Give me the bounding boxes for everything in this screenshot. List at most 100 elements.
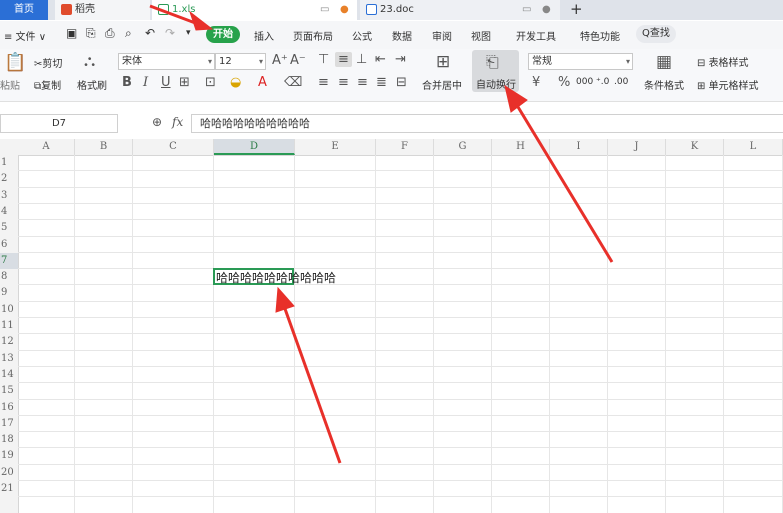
- eraser-icon[interactable]: ⌫: [284, 75, 302, 90]
- cell-grid[interactable]: [18, 155, 783, 513]
- column-header-c[interactable]: C: [133, 139, 214, 155]
- align-middle-icon[interactable]: ≡: [335, 52, 352, 67]
- paste-label[interactable]: 粘贴: [0, 77, 20, 92]
- quick-access-more-icon[interactable]: ▾: [186, 28, 191, 38]
- row-header-10[interactable]: 10: [0, 302, 18, 318]
- cut-button[interactable]: ✂剪切: [34, 55, 62, 70]
- row-header-20[interactable]: 20: [0, 465, 18, 481]
- row-header-15[interactable]: 15: [0, 383, 18, 399]
- column-header-i[interactable]: I: [550, 139, 608, 155]
- border-icon[interactable]: ⊞: [179, 75, 190, 90]
- align-left-icon[interactable]: ≡: [318, 75, 329, 90]
- tab-doc[interactable]: 23.doc ▭ ●: [360, 0, 560, 20]
- monitor-icon[interactable]: ▭: [522, 0, 531, 20]
- row-header-19[interactable]: 19: [0, 448, 18, 464]
- row-header-12[interactable]: 12: [0, 334, 18, 350]
- justify-icon[interactable]: ≣: [376, 75, 387, 90]
- column-header-f[interactable]: F: [376, 139, 434, 155]
- table-style-button[interactable]: ⊟ 表格样式: [697, 54, 749, 69]
- row-header-18[interactable]: 18: [0, 432, 18, 448]
- decrease-font-icon[interactable]: A⁻: [290, 53, 306, 68]
- tab-xls[interactable]: 1.xls ▭ ●: [152, 0, 357, 20]
- align-bottom-icon[interactable]: ⊥: [356, 52, 367, 67]
- merge-center-button[interactable]: 合并居中: [422, 77, 462, 92]
- increase-decimal-icon[interactable]: ⁺.0: [596, 77, 609, 87]
- row-header-13[interactable]: 13: [0, 351, 18, 367]
- formula-input[interactable]: 哈哈哈哈哈哈哈哈哈哈: [191, 114, 783, 133]
- align-top-icon[interactable]: ⊤: [318, 52, 329, 67]
- row-header-4[interactable]: 4: [0, 204, 18, 220]
- menu-developer[interactable]: 开发工具: [516, 28, 556, 43]
- font-color-icon[interactable]: A: [258, 75, 267, 90]
- column-header-d[interactable]: D: [214, 139, 295, 155]
- decrease-decimal-icon[interactable]: .00: [614, 77, 628, 87]
- menu-insert[interactable]: 插入: [254, 28, 274, 43]
- italic-icon[interactable]: I: [143, 75, 148, 90]
- increase-font-icon[interactable]: A⁺: [272, 53, 288, 68]
- column-header-g[interactable]: G: [434, 139, 492, 155]
- monitor-icon[interactable]: ▭: [320, 0, 329, 20]
- save-icon[interactable]: ▣: [66, 26, 77, 40]
- number-format-select[interactable]: 常规 ▾: [528, 53, 633, 70]
- menu-special[interactable]: 特色功能: [580, 28, 620, 43]
- row-header-17[interactable]: 17: [0, 416, 18, 432]
- menu-data[interactable]: 数据: [392, 28, 412, 43]
- column-header-a[interactable]: A: [18, 139, 75, 155]
- row-header-3[interactable]: 3: [0, 188, 18, 204]
- currency-icon[interactable]: ¥: [532, 75, 540, 90]
- menu-review[interactable]: 审阅: [432, 28, 452, 43]
- column-header-l[interactable]: L: [724, 139, 783, 155]
- row-header-14[interactable]: 14: [0, 367, 18, 383]
- name-box[interactable]: D7: [0, 114, 118, 133]
- menu-page-layout[interactable]: 页面布局: [293, 28, 333, 43]
- bold-icon[interactable]: B: [122, 75, 132, 90]
- new-tab-plus-icon[interactable]: +: [570, 0, 583, 18]
- tab-home[interactable]: 首页: [0, 0, 48, 20]
- column-header-b[interactable]: B: [75, 139, 133, 155]
- format-painter-label[interactable]: 格式刷: [77, 77, 107, 92]
- percent-icon[interactable]: %: [558, 75, 570, 90]
- align-right-icon[interactable]: ≡: [357, 75, 368, 90]
- zoom-search-icon[interactable]: ⊕: [152, 115, 162, 129]
- row-header-7[interactable]: 7: [0, 252, 18, 270]
- copy-button[interactable]: ⧉复制: [34, 77, 61, 92]
- row-header-1[interactable]: 1: [0, 155, 18, 171]
- align-center-icon[interactable]: ≡: [338, 75, 349, 90]
- conditional-format-button[interactable]: 条件格式: [644, 77, 684, 92]
- column-header-j[interactable]: J: [608, 139, 666, 155]
- row-header-21[interactable]: 21: [0, 481, 18, 497]
- cell-style-button[interactable]: ⊞ 单元格样式: [697, 77, 759, 92]
- paste-icon[interactable]: 📋: [4, 52, 26, 73]
- merge-center-icon[interactable]: ⊞: [436, 52, 450, 72]
- row-header-2[interactable]: 2: [0, 171, 18, 187]
- row-header-8[interactable]: 8: [0, 269, 18, 285]
- find-button[interactable]: Q查找: [636, 25, 676, 43]
- export-icon[interactable]: ⎘: [86, 26, 96, 41]
- cell-fill-icon[interactable]: ⊡: [205, 75, 216, 90]
- menu-formula[interactable]: 公式: [352, 28, 372, 43]
- indent-icon[interactable]: ⇥: [395, 52, 406, 67]
- row-header-16[interactable]: 16: [0, 400, 18, 416]
- undo-icon[interactable]: ↶: [145, 26, 155, 40]
- row-header-5[interactable]: 5: [0, 220, 18, 236]
- thousands-icon[interactable]: 000: [576, 77, 593, 87]
- menu-file[interactable]: ≡ 文件 ∨: [4, 28, 46, 43]
- distributed-icon[interactable]: ⊟: [396, 75, 407, 90]
- outdent-icon[interactable]: ⇤: [375, 52, 386, 67]
- tab-docer[interactable]: 稻壳: [55, 0, 150, 20]
- column-header-h[interactable]: H: [492, 139, 550, 155]
- redo-icon[interactable]: ↷: [165, 26, 175, 40]
- menu-start[interactable]: 开始: [206, 26, 240, 43]
- underline-icon[interactable]: U: [161, 75, 171, 90]
- print-preview-icon[interactable]: ⌕: [125, 26, 132, 41]
- print-icon[interactable]: ⎙: [105, 26, 115, 41]
- row-header-11[interactable]: 11: [0, 318, 18, 334]
- font-size-select[interactable]: 12 ▾: [215, 53, 266, 70]
- conditional-format-icon[interactable]: ▦: [656, 52, 672, 72]
- fx-icon[interactable]: fx: [172, 115, 183, 129]
- wrap-text-button[interactable]: ⎗ 自动换行: [472, 50, 519, 92]
- row-header-9[interactable]: 9: [0, 285, 18, 301]
- format-painter-icon[interactable]: ⛬: [84, 51, 95, 71]
- menu-view[interactable]: 视图: [471, 28, 491, 43]
- column-header-k[interactable]: K: [666, 139, 724, 155]
